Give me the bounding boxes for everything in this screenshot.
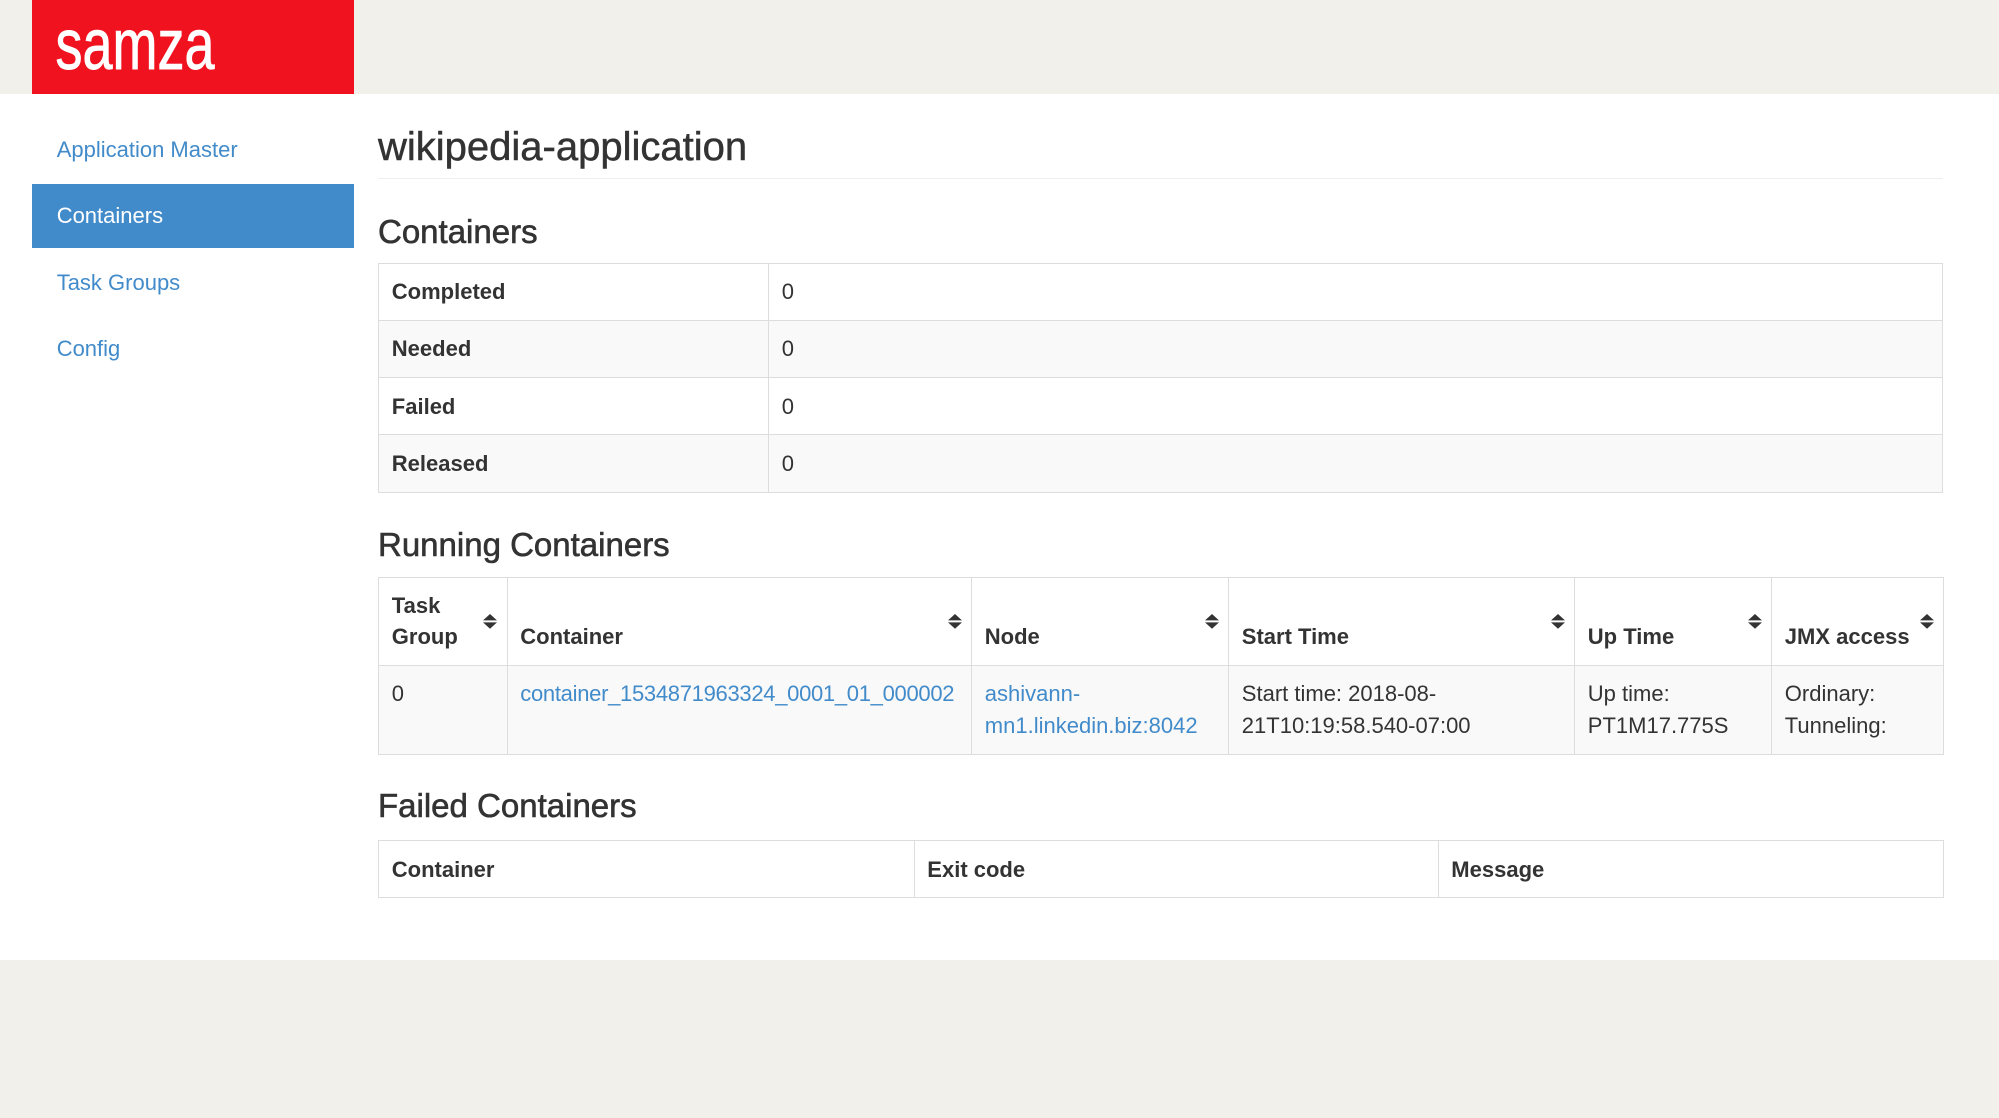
svg-text:samza: samza xyxy=(56,6,215,85)
